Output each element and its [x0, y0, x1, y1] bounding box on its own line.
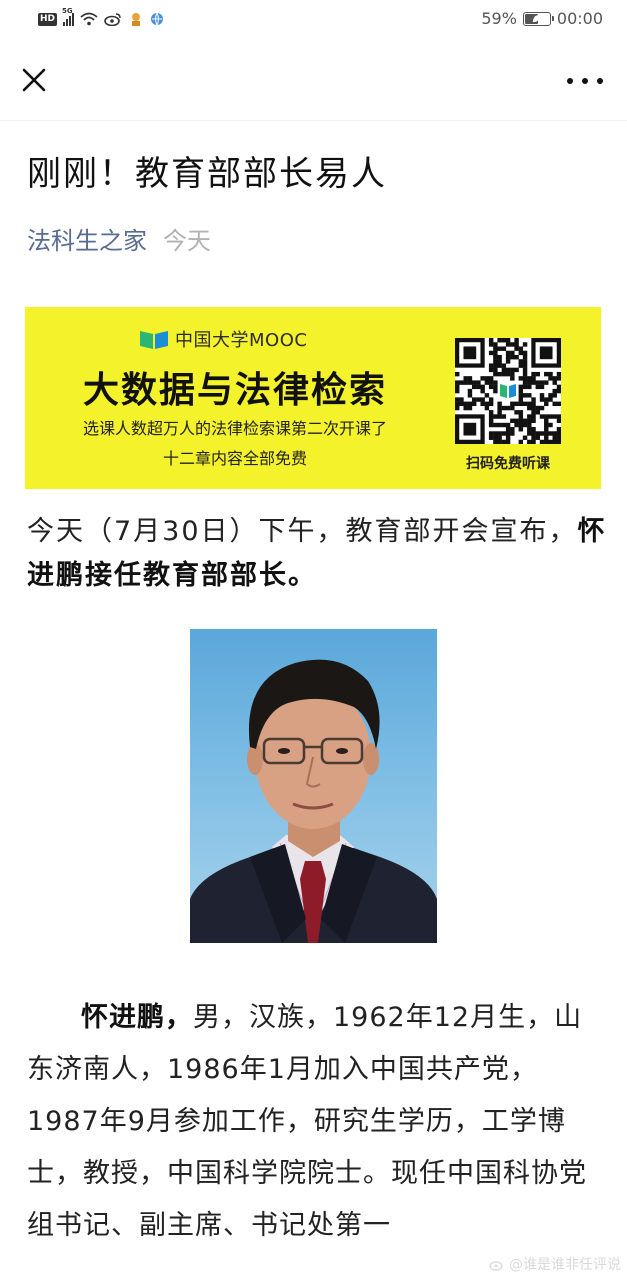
banner-subtitle-2: 十二章内容全部免费 [162, 449, 307, 468]
paragraph-text: 今天（7月30日）下午，教育部开会宣布， [27, 516, 578, 547]
watermark-text: @谁是谁非任评说 [509, 1257, 621, 1273]
publish-date: 今天 [163, 227, 211, 255]
qr-code-image [455, 338, 561, 444]
network-type: 5G [62, 7, 73, 15]
weibo-logo-icon [489, 1261, 503, 1271]
battery-icon [522, 11, 554, 26]
mooc-brand: 中国大学MOOC [139, 326, 307, 352]
weibo-icon [104, 13, 121, 26]
status-icons-left: HD 5G [38, 7, 164, 27]
hd-badge: HD [38, 12, 58, 26]
power-saving-leaf-icon [532, 14, 540, 22]
more-icon[interactable] [567, 74, 603, 88]
clock: 00:00 [556, 9, 603, 28]
browser-icon [151, 12, 164, 26]
cellular-signal-icon: 5G [62, 7, 75, 26]
article-paragraph: 今天（7月30日）下午，教育部开会宣布，怀进鹏接任教育部部长。 [27, 510, 607, 598]
qr-label: 扫码免费听课 [466, 456, 550, 472]
account-name-link[interactable]: 法科生之家 [27, 227, 147, 255]
wifi-icon [80, 12, 98, 26]
status-icons-right: 59% 00:00 [481, 9, 603, 28]
article-meta: 法科生之家 今天 [27, 221, 211, 256]
article-title: 刚刚！教育部部长易人 [27, 154, 387, 194]
app-notification-icon [132, 13, 141, 26]
mooc-logo-icon [140, 331, 168, 349]
article-nav-bar [0, 40, 627, 121]
bio-name: 怀进鹏， [81, 1002, 193, 1033]
article-paragraph-bio: 怀进鹏，男，汉族，1962年12月生，山东济南人，1986年1月加入中国共产党，… [27, 992, 609, 1252]
status-bar: HD 5G 59% 00:00 [0, 0, 627, 40]
banner-subtitle: 选课人数超万人的法律检索课第二次开课了 [82, 419, 387, 438]
weibo-watermark: @谁是谁非任评说 [489, 1254, 621, 1274]
course-ad-banner[interactable]: 中国大学MOOC 大数据与法律检索 选课人数超万人的法律检索课第二次开课了 十二… [25, 307, 601, 489]
banner-title: 大数据与法律检索 [82, 370, 387, 411]
battery-percent: 59% [481, 9, 517, 28]
bio-text: 男，汉族，1962年12月生，山东济南人，1986年1月加入中国共产党，1987… [27, 1002, 587, 1241]
portrait-photo[interactable] [190, 629, 437, 943]
portrait-illustration [190, 659, 437, 943]
close-icon[interactable] [18, 64, 50, 96]
mooc-brand-name: 中国大学MOOC [175, 330, 308, 351]
